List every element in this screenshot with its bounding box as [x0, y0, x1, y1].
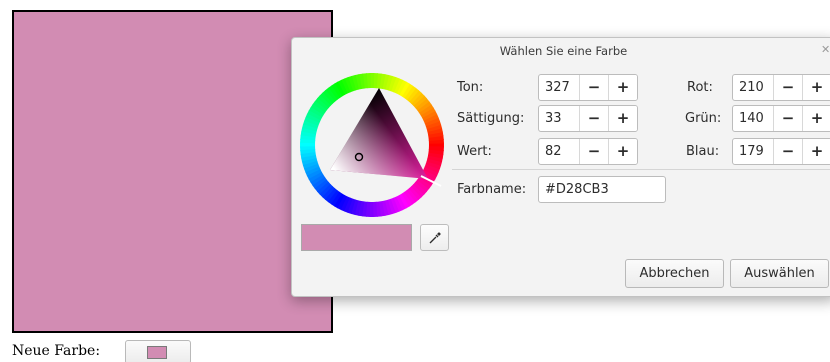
saturation-decrement-button[interactable]: − [579, 106, 608, 131]
red-decrement-button[interactable]: − [773, 75, 802, 100]
blue-increment-button[interactable]: + [802, 139, 830, 164]
hsv-color-wheel[interactable] [300, 70, 445, 220]
blue-spinner[interactable]: 179 − + [732, 138, 830, 165]
color-chooser-dialog: Wählen Sie eine Farbe ✕ Ton: 327 − + Sät… [291, 37, 830, 297]
dialog-titlebar: Wählen Sie eine Farbe ✕ [292, 38, 830, 64]
new-color-button[interactable] [125, 340, 191, 362]
value-decrement-button[interactable]: − [579, 139, 608, 164]
select-button[interactable]: Auswählen [730, 259, 829, 288]
close-icon[interactable]: ✕ [821, 44, 830, 56]
current-color-swatch [301, 224, 412, 251]
red-label: Rot: [687, 80, 713, 95]
red-spinner[interactable]: 210 − + [732, 74, 830, 101]
red-value[interactable]: 210 [733, 75, 773, 100]
green-spinner[interactable]: 140 − + [732, 105, 830, 132]
value-increment-button[interactable]: + [608, 139, 637, 164]
color-name-input[interactable]: #D28CB3 [538, 176, 666, 203]
saturation-increment-button[interactable]: + [608, 106, 637, 131]
green-label: Grün: [685, 111, 722, 126]
hue-spinner[interactable]: 327 − + [538, 74, 638, 101]
green-value[interactable]: 140 [733, 106, 773, 131]
eyedropper-icon [429, 232, 441, 244]
eyedropper-button[interactable] [420, 224, 449, 251]
hue-label: Ton: [457, 80, 484, 95]
blue-decrement-button[interactable]: − [773, 139, 802, 164]
hue-decrement-button[interactable]: − [579, 75, 608, 100]
dialog-title: Wählen Sie eine Farbe [499, 44, 628, 58]
new-color-swatch [147, 346, 167, 359]
hue-value[interactable]: 327 [539, 75, 579, 100]
color-preview-square [12, 10, 333, 333]
value-spinner[interactable]: 82 − + [538, 138, 638, 165]
separator [452, 169, 830, 170]
saturation-label: Sättigung: [457, 111, 525, 126]
green-increment-button[interactable]: + [802, 106, 830, 131]
blue-label: Blau: [686, 144, 720, 159]
saturation-value[interactable]: 33 [539, 106, 579, 131]
page: Neue Farbe: Wählen Sie eine Farbe ✕ Ton:… [0, 0, 830, 362]
saturation-spinner[interactable]: 33 − + [538, 105, 638, 132]
red-increment-button[interactable]: + [802, 75, 830, 100]
new-color-label: Neue Farbe: [12, 343, 101, 359]
value-label: Wert: [457, 144, 492, 159]
color-name-label: Farbname: [457, 182, 527, 197]
hue-increment-button[interactable]: + [608, 75, 637, 100]
green-decrement-button[interactable]: − [773, 106, 802, 131]
cancel-button[interactable]: Abbrechen [625, 259, 724, 288]
value-value[interactable]: 82 [539, 139, 579, 164]
blue-value[interactable]: 179 [733, 139, 773, 164]
